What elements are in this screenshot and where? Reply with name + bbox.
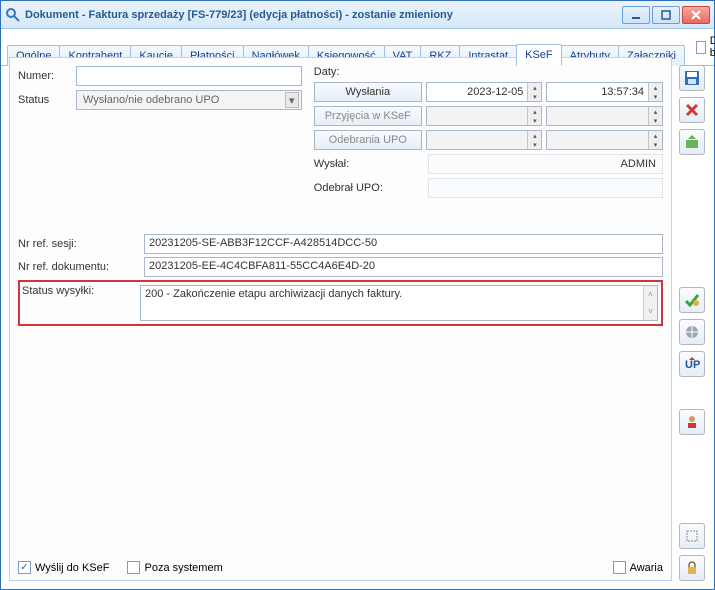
checkbox-icon <box>18 561 31 574</box>
app-icon <box>5 7 21 23</box>
przyjecia-date[interactable]: ▴▾ <box>426 106 543 126</box>
minimize-button[interactable] <box>622 6 650 24</box>
przyjecia-time[interactable]: ▴▾ <box>546 106 663 126</box>
ref-sesji-label: Nr ref. sesji: <box>18 238 138 250</box>
globe-button[interactable] <box>679 319 705 345</box>
close-button[interactable] <box>682 6 710 24</box>
status-value: Wysłano/nie odebrano UPO <box>83 94 219 106</box>
ref-sesji-value[interactable]: 20231205-SE-ABB3F12CCF-A428514DCC-50 <box>144 234 663 254</box>
przyjecia-button[interactable]: Przyjęcia w KSeF <box>314 106 422 126</box>
numer-label: Numer: <box>18 70 70 82</box>
spin-down-icon[interactable]: ▾ <box>527 116 541 125</box>
spin-down-icon[interactable]: ▾ <box>648 116 662 125</box>
spin-down-icon[interactable]: ▾ <box>648 140 662 149</box>
document-window: Dokument - Faktura sprzedaży [FS-779/23]… <box>0 0 715 590</box>
window-title: Dokument - Faktura sprzedaży [FS-779/23]… <box>25 9 622 21</box>
save-button[interactable] <box>679 65 705 91</box>
status-wysylki-box: Status wysyłki: 200 - Zakończenie etapu … <box>18 280 663 326</box>
export-button[interactable] <box>679 129 705 155</box>
spin-up-icon[interactable]: ▴ <box>648 107 662 116</box>
spin-down-icon[interactable]: ▾ <box>527 92 541 101</box>
wyslal-label: Wysłał: <box>314 158 422 170</box>
numer-input[interactable] <box>76 66 302 86</box>
status-label: Status <box>18 94 70 106</box>
upo-button[interactable]: UPO <box>679 351 705 377</box>
wyslania-time[interactable]: 13:57:34▴▾ <box>546 82 663 102</box>
bottom-row: Wyślij do KSeF Poza systemem Awaria <box>18 561 663 574</box>
maximize-button[interactable] <box>652 6 680 24</box>
preview-button[interactable] <box>679 523 705 549</box>
right-toolbar: UPO <box>676 57 708 581</box>
window-buttons <box>622 6 710 24</box>
wyslij-label: Wyślij do KSeF <box>35 562 109 574</box>
wyslania-button[interactable]: Wysłania <box>314 82 422 102</box>
odebrania-time[interactable]: ▴▾ <box>546 130 663 150</box>
spin-up-icon[interactable]: ▴ <box>527 107 541 116</box>
odebrania-button[interactable]: Odebrania UPO <box>314 130 422 150</box>
spin-up-icon[interactable]: ▴ <box>648 83 662 92</box>
checkbox-icon <box>696 41 706 54</box>
wyslij-checkbox[interactable]: Wyślij do KSeF <box>18 561 109 574</box>
titlebar: Dokument - Faktura sprzedaży [FS-779/23]… <box>1 1 714 29</box>
awaria-checkbox[interactable]: Awaria <box>613 561 663 574</box>
daty-title: Daty: <box>314 66 663 78</box>
spin-up-icon[interactable]: ▴ <box>527 83 541 92</box>
odebral-label: Odebrał UPO: <box>314 182 422 194</box>
scroll-up-icon[interactable]: ˄ <box>643 286 657 303</box>
validate-button[interactable] <box>679 287 705 313</box>
checkbox-icon <box>613 561 626 574</box>
lock-button[interactable] <box>679 555 705 581</box>
status-wysylki-label: Status wysyłki: <box>20 285 140 321</box>
user-button[interactable] <box>679 409 705 435</box>
wyslania-date[interactable]: 2023-12-05▴▾ <box>426 82 543 102</box>
wyslal-value: ADMIN <box>428 154 663 174</box>
spin-down-icon[interactable]: ▾ <box>527 140 541 149</box>
status-wysylki-value[interactable]: 200 - Zakończenie etapu archiwizacji dan… <box>140 285 658 321</box>
ref-dok-label: Nr ref. dokumentu: <box>18 261 138 273</box>
checkbox-icon <box>127 561 140 574</box>
spin-up-icon[interactable]: ▴ <box>648 131 662 140</box>
status-select[interactable]: Wysłano/nie odebrano UPO ▾ <box>76 90 302 110</box>
delete-button[interactable] <box>679 97 705 123</box>
tab-content: Numer: Status Wysłano/nie odebrano UPO ▾… <box>9 57 672 581</box>
scroll-down-icon[interactable]: ˅ <box>643 303 657 320</box>
chevron-down-icon: ▾ <box>285 92 299 108</box>
odebrania-date[interactable]: ▴▾ <box>426 130 543 150</box>
do-bufora-label: Do bufora <box>710 35 715 59</box>
tab-ksef[interactable]: KSeF <box>516 44 562 66</box>
awaria-label: Awaria <box>630 562 663 574</box>
poza-label: Poza systemem <box>144 562 222 574</box>
odebral-value <box>428 178 663 198</box>
spin-down-icon[interactable]: ▾ <box>648 92 662 101</box>
ref-dok-value[interactable]: 20231205-EE-4C4CBFA811-55CC4A6E4D-20 <box>144 257 663 277</box>
poza-checkbox[interactable]: Poza systemem <box>127 561 222 574</box>
spin-up-icon[interactable]: ▴ <box>527 131 541 140</box>
svg-text:UPO: UPO <box>685 359 700 371</box>
